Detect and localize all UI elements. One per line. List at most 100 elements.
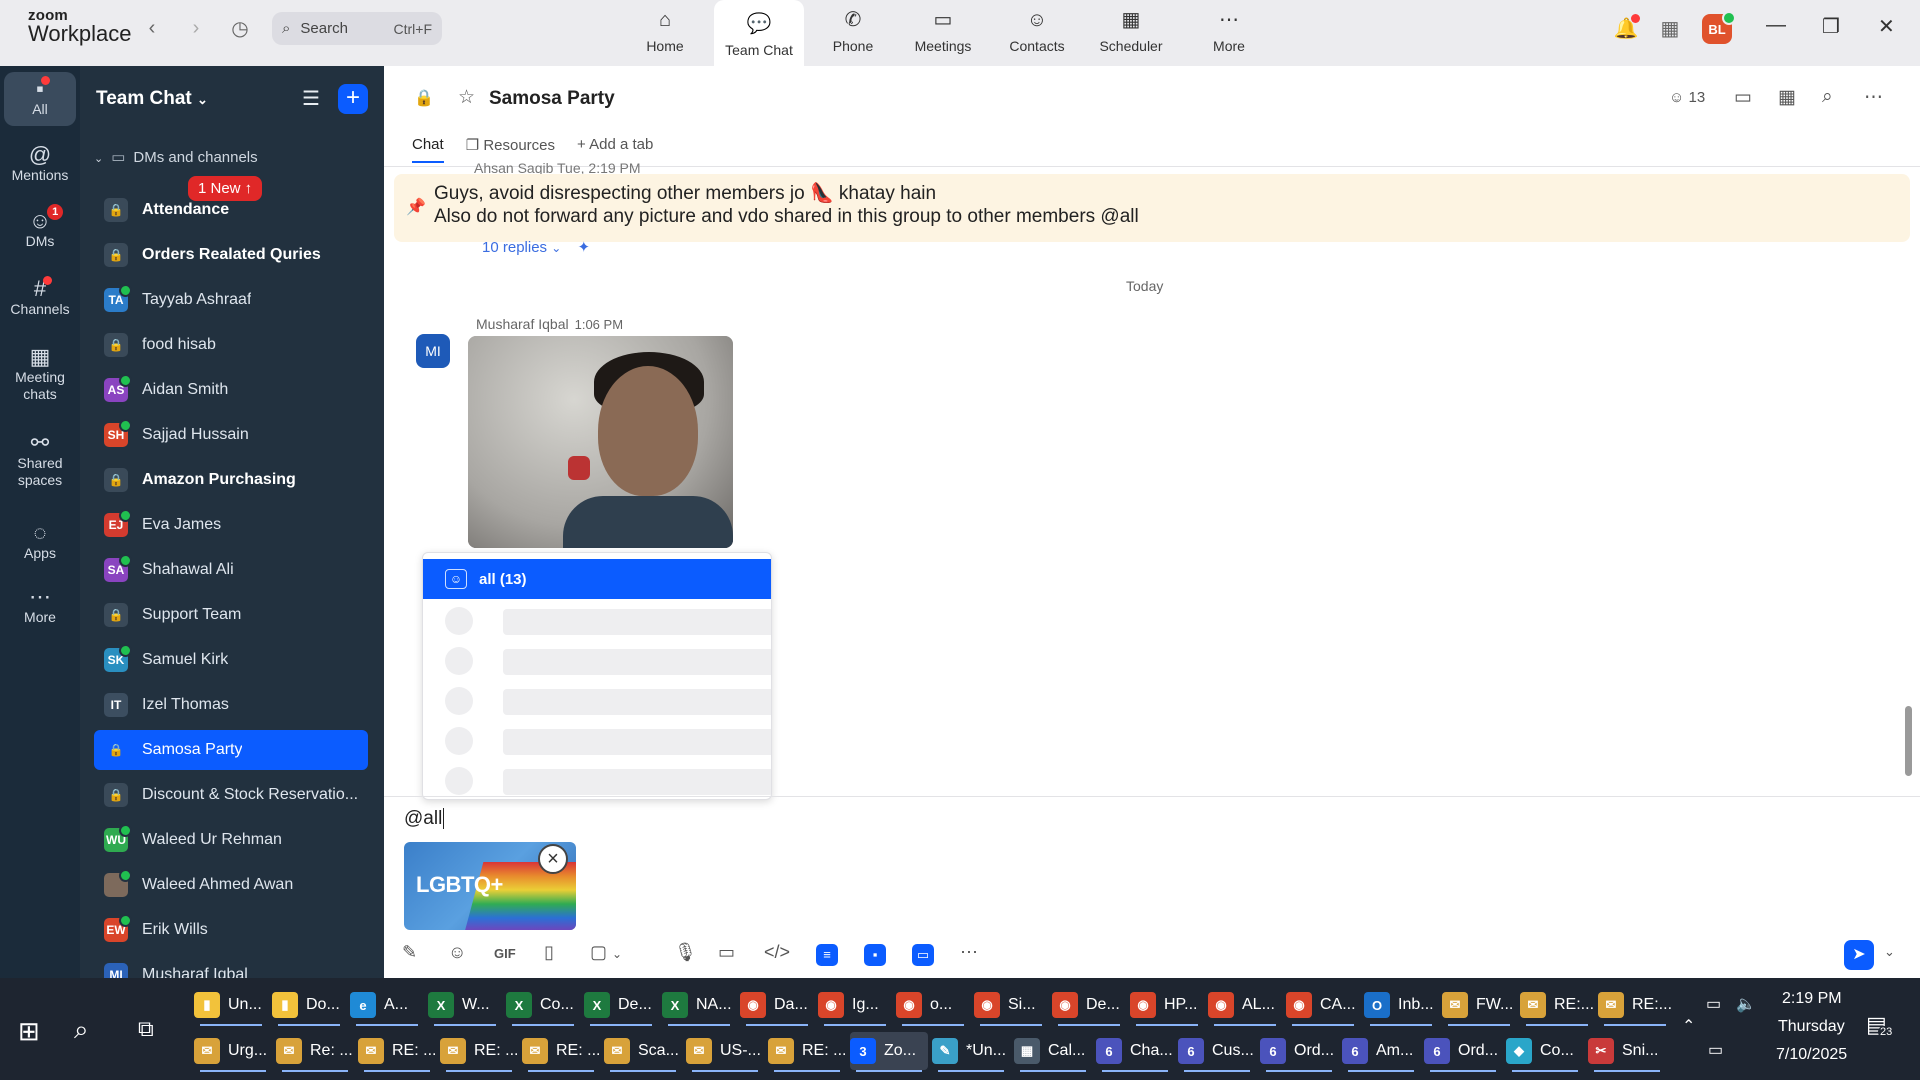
sidebar-item-samuel-kirk[interactable]: SK Samuel Kirk <box>94 640 368 680</box>
taskbar-button[interactable]: 6 Ord... <box>1260 1032 1338 1072</box>
search-box[interactable]: ⌕ Search Ctrl+F <box>272 12 442 45</box>
star-icon[interactable]: ☆ <box>458 86 475 109</box>
restore-icon[interactable]: ❐ <box>1822 14 1840 39</box>
taskbar-button[interactable]: ✉ US-... <box>686 1032 764 1072</box>
format-icon[interactable]: ✎ <box>402 942 417 963</box>
gif-icon[interactable]: GIF <box>494 946 516 961</box>
sidebar-item-tayyab-ashraaf[interactable]: TA Tayyab Ashraaf <box>94 280 368 320</box>
message-input[interactable]: @all <box>404 808 444 830</box>
taskbar-button[interactable]: ◉ Da... <box>740 986 814 1026</box>
rail-item-all[interactable]: ▪ All <box>4 72 76 126</box>
tab-team-chat[interactable]: 💬 Team Chat <box>714 0 804 66</box>
taskbar-button[interactable]: ✉ RE: ... <box>522 1032 600 1072</box>
sidebar-item-food-hisab[interactable]: 🔒 food hisab <box>94 325 368 365</box>
new-messages-pill[interactable]: 1 New ↑ <box>188 176 263 201</box>
task-view-icon[interactable]: ⧉ <box>138 1016 154 1042</box>
taskbar-button[interactable]: ◆ Co... <box>1506 1032 1584 1072</box>
taskbar-button[interactable]: ◉ o... <box>896 986 970 1026</box>
tab-home[interactable]: ⌂ Home <box>620 0 710 62</box>
tab-meetings[interactable]: ▭ Meetings <box>898 0 988 62</box>
app-icon-2[interactable]: ▪ <box>864 944 886 966</box>
tab-chat[interactable]: Chat <box>412 136 444 163</box>
sidebar-item-support-team[interactable]: 🔒 Support Team <box>94 595 368 635</box>
taskbar-button[interactable]: ◉ Ig... <box>818 986 892 1026</box>
rail-item-more[interactable]: ⋯ More <box>4 586 76 626</box>
taskbar-button[interactable]: ✉ RE: ... <box>440 1032 518 1072</box>
volume-icon[interactable]: 🔈 <box>1736 994 1756 1014</box>
sidebar-item-erik-wills[interactable]: EW Erik Wills <box>94 910 368 950</box>
clock-day[interactable]: Thursday <box>1778 1018 1845 1036</box>
new-chat-button[interactable]: + <box>338 84 368 114</box>
sidebar-item-aidan-smith[interactable]: AS Aidan Smith <box>94 370 368 410</box>
tab-more[interactable]: ⋯ More <box>1184 0 1274 62</box>
app-icon-3[interactable]: ▭ <box>912 944 934 966</box>
sidebar-item-shahawal-ali[interactable]: SA Shahawal Ali <box>94 550 368 590</box>
message-author-avatar[interactable]: MI <box>416 334 450 368</box>
sidebar-item-izel-thomas[interactable]: IT Izel Thomas <box>94 685 368 725</box>
filter-icon[interactable]: ☰ <box>302 86 320 111</box>
taskbar-button[interactable]: ✉ RE:... <box>1598 986 1672 1026</box>
taskbar-button[interactable]: ▮ Do... <box>272 986 346 1026</box>
app-icon-1[interactable]: ≡ <box>816 944 838 966</box>
taskbar-button[interactable]: ✎ *Un... <box>932 1032 1010 1072</box>
taskbar-button[interactable]: X NA... <box>662 986 736 1026</box>
channel-title[interactable]: Samosa Party <box>489 88 615 110</box>
sidebar-item-waleed-ur-rehman[interactable]: WU Waleed Ur Rehman <box>94 820 368 860</box>
taskbar-button[interactable]: 6 Cha... <box>1096 1032 1174 1072</box>
search-icon[interactable]: ⌕ <box>74 1014 89 1046</box>
tab-phone[interactable]: ✆ Phone <box>808 0 898 62</box>
members-count[interactable]: ☺ 13 <box>1669 89 1705 106</box>
forward-arrow-icon[interactable]: › <box>180 14 212 42</box>
taskbar-button[interactable]: ◉ Si... <box>974 986 1048 1026</box>
replies-link[interactable]: 10 replies ⌄ ✦ <box>482 238 590 256</box>
sidebar-item-orders-realated-quries[interactable]: 🔒 Orders Realated Quries <box>94 235 368 275</box>
windows-start-icon[interactable]: ⊞ <box>18 1016 40 1047</box>
tray-chevron-up-icon[interactable]: ⌃ <box>1682 1016 1695 1036</box>
taskbar-button[interactable]: ✉ Re: ... <box>276 1032 354 1072</box>
rail-item-meeting-chats[interactable]: ▦ Meeting chats <box>4 346 76 403</box>
file-icon[interactable]: ▯ <box>544 942 554 963</box>
sidebar-item-samosa-party[interactable]: 🔒 Samosa Party <box>94 730 368 770</box>
emoji-icon[interactable]: ☺ <box>448 942 466 963</box>
shared-photo[interactable] <box>468 336 733 548</box>
taskbar-button[interactable]: X Co... <box>506 986 580 1026</box>
calendar-app-icon[interactable]: ▦ <box>1654 14 1686 42</box>
clock-date[interactable]: 7/10/2025 <box>1776 1046 1847 1064</box>
send-icon[interactable]: ➤ <box>1844 940 1874 970</box>
taskbar-button[interactable]: ▦ Cal... <box>1014 1032 1092 1072</box>
tab-contacts[interactable]: ☺ Contacts <box>992 0 1082 62</box>
sidebar-item-amazon-purchasing[interactable]: 🔒 Amazon Purchasing <box>94 460 368 500</box>
taskbar-button[interactable]: 3 Zo... <box>850 1032 928 1072</box>
more-options-icon[interactable]: ⋯ <box>1864 86 1883 109</box>
sidebar-item-discount-stock-reservatio[interactable]: 🔒 Discount & Stock Reservatio... <box>94 775 368 815</box>
taskbar-button[interactable]: O Inb... <box>1364 986 1438 1026</box>
add-tab-button[interactable]: + Add a tab <box>577 136 653 163</box>
taskbar-button[interactable]: ✉ FW... <box>1442 986 1516 1026</box>
history-icon[interactable]: ◷ <box>224 14 256 42</box>
close-icon[interactable]: ✕ <box>1878 14 1895 39</box>
sidebar-item-waleed-ahmed-awan[interactable]: Waleed Ahmed Awan <box>94 865 368 905</box>
remove-attachment-icon[interactable]: × <box>538 844 568 874</box>
screenshot-icon[interactable]: ▢ ⌄ <box>590 942 622 963</box>
message-author[interactable]: Musharaf Iqbal <box>476 316 569 332</box>
taskbar-button[interactable]: ✉ RE: ... <box>768 1032 846 1072</box>
rail-item-dms[interactable]: ☺ 1 DMs <box>4 204 76 250</box>
microphone-icon[interactable]: 🎙 <box>674 942 697 963</box>
sidebar-item-eva-james[interactable]: EJ Eva James <box>94 505 368 545</box>
taskbar-button[interactable]: 6 Cus... <box>1178 1032 1256 1072</box>
taskbar-button[interactable]: ◉ HP... <box>1130 986 1204 1026</box>
notification-center-icon[interactable]: ▤ 23 <box>1866 1012 1895 1038</box>
rail-item-apps[interactable]: ◌ Apps <box>4 522 76 562</box>
more-tools-icon[interactable]: ⋯ <box>960 942 978 963</box>
pinned-message[interactable]: 📌 Guys, avoid disrespecting other member… <box>394 174 1910 242</box>
send-options-chevron-icon[interactable]: ⌄ <box>1884 944 1895 960</box>
battery-icon[interactable]: ▭ <box>1706 994 1721 1014</box>
taskbar-button[interactable]: ✉ RE:... <box>1520 986 1594 1026</box>
taskbar-button[interactable]: ◉ AL... <box>1208 986 1282 1026</box>
notifications-bell-icon[interactable]: 🔔 <box>1610 14 1642 42</box>
taskbar-button[interactable]: 6 Am... <box>1342 1032 1420 1072</box>
search-icon[interactable]: ⌕ <box>1822 86 1833 108</box>
minimize-icon[interactable]: — <box>1766 14 1786 37</box>
taskbar-button[interactable]: ✉ Sca... <box>604 1032 682 1072</box>
taskbar-button[interactable]: X De... <box>584 986 658 1026</box>
